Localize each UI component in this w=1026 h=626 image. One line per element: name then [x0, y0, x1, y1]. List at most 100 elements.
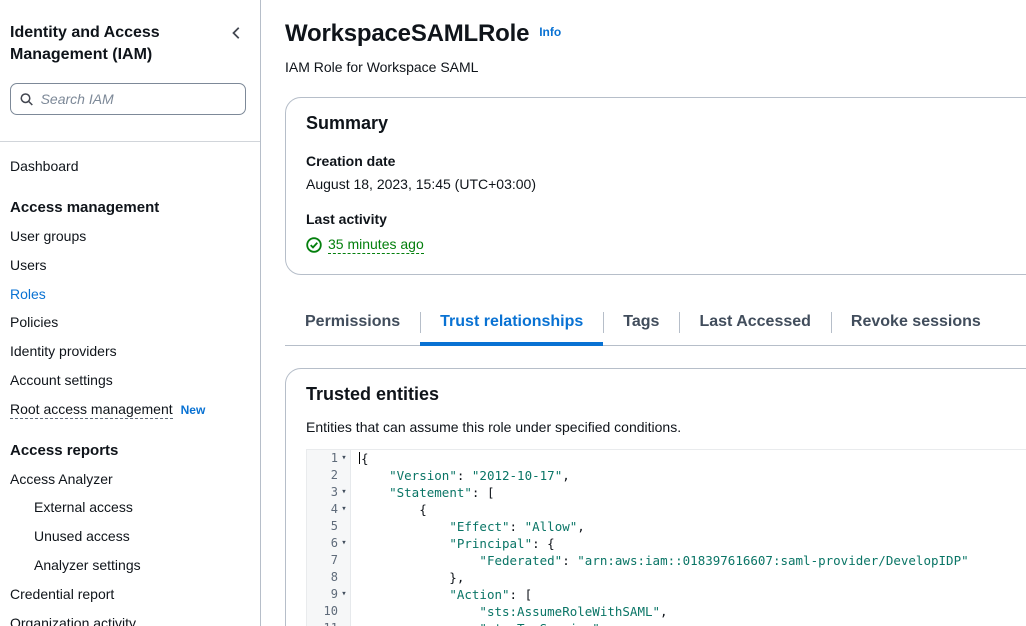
trusted-entities-heading: Trusted entities [306, 384, 1026, 405]
summary-heading: Summary [306, 113, 1026, 134]
last-activity-label: Last activity [306, 211, 1026, 227]
sidebar-nav: Dashboard Access management User groups Use… [10, 152, 246, 626]
sidebar-item-analyzer-settings[interactable]: Analyzer settings [10, 551, 246, 580]
code-text: }, [351, 569, 464, 586]
code-text: "Version": "2012-10-17", [351, 467, 570, 484]
line-number: 7 [331, 552, 338, 569]
line-number: 5 [331, 518, 338, 535]
code-text: "Federated": "arn:aws:iam::018397616607:… [351, 552, 969, 569]
chevron-left-icon [230, 26, 244, 40]
new-badge: New [181, 403, 206, 417]
code-line: 7 "Federated": "arn:aws:iam::01839761660… [307, 552, 1026, 569]
search-icon [20, 92, 34, 107]
code-line: 4▾ { [307, 501, 1026, 518]
tab-trust-relationships[interactable]: Trust relationships [420, 305, 603, 345]
fold-caret-icon[interactable]: ▾ [338, 535, 350, 552]
sidebar-item-policies[interactable]: Policies [10, 308, 246, 337]
tab-last-accessed[interactable]: Last Accessed [679, 305, 830, 345]
sidebar-item-account-settings[interactable]: Account settings [10, 366, 246, 395]
line-number: 6 [331, 535, 338, 552]
line-number-gutter: 4▾ [307, 501, 351, 518]
code-line: 2 "Version": "2012-10-17", [307, 467, 1026, 484]
line-number-gutter: 1▾ [307, 450, 351, 467]
code-text: "Statement": [ [351, 484, 494, 501]
sidebar-item-label: Policies [10, 314, 58, 330]
code-text: "Effect": "Allow", [351, 518, 585, 535]
sidebar-collapse-button[interactable] [228, 24, 246, 45]
code-line: 6▾ "Principal": { [307, 535, 1026, 552]
sidebar-section-access-management: Access management [10, 193, 246, 222]
sidebar-item-label: Identity providers [10, 343, 117, 359]
sidebar-item-label: Access Analyzer [10, 471, 113, 487]
sidebar-item-user-groups[interactable]: User groups [10, 222, 246, 251]
last-activity-value[interactable]: 35 minutes ago [328, 236, 424, 254]
page-subtitle: IAM Role for Workspace SAML [285, 59, 1026, 75]
line-number-gutter: 10 [307, 603, 351, 620]
sidebar-item-organization-activity[interactable]: Organization activity [10, 609, 246, 626]
code-line: 3▾ "Statement": [ [307, 484, 1026, 501]
sidebar-item-access-analyzer[interactable]: Access Analyzer [10, 465, 246, 494]
sidebar: Identity and Access Management (IAM) Das… [0, 0, 261, 626]
sidebar-item-dashboard[interactable]: Dashboard [10, 152, 246, 181]
sidebar-item-label: Organization activity [10, 615, 136, 626]
sidebar-item-unused-access[interactable]: Unused access [10, 522, 246, 551]
code-line: 10 "sts:AssumeRoleWithSAML", [307, 603, 1026, 620]
trusted-entities-description: Entities that can assume this role under… [306, 419, 1026, 435]
sidebar-item-label: Users [10, 257, 47, 273]
creation-date-value: August 18, 2023, 15:45 (UTC+03:00) [306, 176, 1026, 192]
code-line: 5 "Effect": "Allow", [307, 518, 1026, 535]
creation-date-label: Creation date [306, 153, 1026, 169]
sidebar-item-credential-report[interactable]: Credential report [10, 580, 246, 609]
sidebar-item-users[interactable]: Users [10, 251, 246, 280]
sidebar-item-label: Roles [10, 286, 46, 302]
code-line: 1▾{ [307, 450, 1026, 467]
page-header: WorkspaceSAMLRole Info [285, 20, 1026, 48]
code-text: "sts:TagSession" [351, 620, 600, 626]
last-activity-row: 35 minutes ago [306, 236, 1026, 254]
sidebar-item-identity-providers[interactable]: Identity providers [10, 337, 246, 366]
line-number: 10 [324, 603, 338, 620]
line-number-gutter: 3▾ [307, 484, 351, 501]
tab-revoke-sessions[interactable]: Revoke sessions [831, 305, 1001, 345]
info-link[interactable]: Info [539, 25, 561, 39]
sidebar-item-external-access[interactable]: External access [10, 493, 246, 522]
sidebar-item-label: User groups [10, 228, 86, 244]
line-number-gutter: 5 [307, 518, 351, 535]
line-number-gutter: 9▾ [307, 586, 351, 603]
tab-bar: PermissionsTrust relationshipsTagsLast A… [285, 305, 1026, 346]
code-text: "sts:AssumeRoleWithSAML", [351, 603, 668, 620]
fold-caret-icon[interactable]: ▾ [338, 501, 350, 518]
fold-caret-icon[interactable]: ▾ [338, 450, 350, 467]
sidebar-section-access-reports: Access reports [10, 436, 246, 465]
iam-console: Identity and Access Management (IAM) Das… [0, 0, 1026, 626]
fold-caret-icon[interactable]: ▾ [338, 586, 350, 603]
sidebar-item-root-access-management[interactable]: Root access management New [10, 395, 246, 424]
fold-caret-icon[interactable]: ▾ [338, 484, 350, 501]
trust-policy-editor[interactable]: 1▾{2 "Version": "2012-10-17",3▾ "Stateme… [306, 449, 1026, 626]
line-number: 9 [331, 586, 338, 603]
tab-tags[interactable]: Tags [603, 305, 679, 345]
sidebar-item-label: Dashboard [10, 158, 79, 174]
line-number: 11 [324, 620, 338, 626]
search-input[interactable] [41, 91, 236, 107]
code-text: "Action": [ [351, 586, 532, 603]
code-text: { [351, 450, 369, 467]
sidebar-item-label: Root access management [10, 401, 173, 419]
text-cursor [359, 452, 360, 464]
tab-permissions[interactable]: Permissions [285, 305, 420, 345]
code-line: 11 "sts:TagSession" [307, 620, 1026, 626]
sidebar-item-label: External access [34, 499, 133, 515]
line-number-gutter: 8 [307, 569, 351, 586]
page-title: WorkspaceSAMLRole [285, 20, 529, 47]
check-circle-icon [306, 237, 322, 253]
sidebar-item-roles[interactable]: Roles [10, 280, 246, 309]
line-number: 1 [331, 450, 338, 467]
code-line: 8 }, [307, 569, 1026, 586]
line-number: 4 [331, 501, 338, 518]
line-number-gutter: 11 [307, 620, 351, 626]
line-number-gutter: 7 [307, 552, 351, 569]
sidebar-item-label: Account settings [10, 372, 113, 388]
code-text: { [351, 501, 427, 518]
sidebar-item-label: Analyzer settings [34, 557, 141, 573]
search-box[interactable] [10, 83, 246, 115]
